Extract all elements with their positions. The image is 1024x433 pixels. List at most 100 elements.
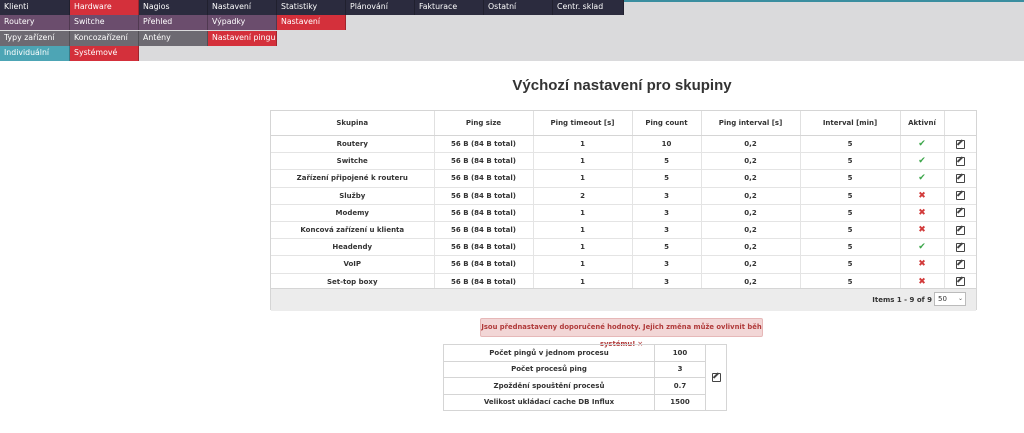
cell-ping-interval: 0,2 [701, 221, 801, 240]
config-label: Počet procesů ping [443, 360, 655, 378]
menu-item-klienti[interactable]: Klienti [0, 0, 70, 15]
edit-icon[interactable] [955, 242, 965, 252]
menu-item-fakturace[interactable]: Fakturace [415, 0, 484, 15]
menu-item-statistiky[interactable]: Statistiky [277, 0, 346, 15]
cell-aktivni: ✔ [900, 152, 945, 171]
cell-actions [944, 238, 976, 257]
grid-table: Skupina Ping size Ping timeout [s] Ping … [271, 111, 976, 291]
cell-ping-count: 5 [632, 169, 702, 188]
menu-item-koncozarizeni[interactable]: Koncozařízení [70, 31, 139, 46]
accent-line [624, 0, 1024, 2]
cell-interval-min: 5 [800, 187, 901, 205]
table-row[interactable]: Switche 56 B (84 B total) 1 5 0,2 5 ✔ [271, 152, 976, 171]
menu-item-anteny[interactable]: Antény [139, 31, 208, 46]
top-navigation: Klienti Hardware Nagios Nastavení Statis… [0, 0, 1024, 61]
col-ping-size[interactable]: Ping size [434, 111, 534, 136]
cell-interval-min: 5 [800, 135, 901, 154]
table-row[interactable]: Headendy 56 B (84 B total) 1 5 0,2 5 ✔ [271, 238, 976, 257]
pager-info: Items 1 - 9 of 9 [872, 296, 932, 304]
grid-header: Skupina Ping size Ping timeout [s] Ping … [271, 111, 976, 136]
edit-icon[interactable] [711, 373, 721, 382]
col-ping-timeout[interactable]: Ping timeout [s] [533, 111, 633, 136]
config-value: 1500 [654, 393, 706, 411]
config-edit-cell [705, 344, 727, 411]
edit-icon[interactable] [955, 156, 965, 166]
cell-aktivni: ✔ [900, 238, 945, 257]
edit-icon[interactable] [955, 191, 965, 201]
cross-icon: ✖ [918, 225, 926, 236]
page-size-select[interactable]: 50 ⌄ [934, 292, 966, 306]
table-row[interactable]: VoIP 56 B (84 B total) 1 3 0,2 5 ✖ [271, 255, 976, 274]
col-aktivni[interactable]: Aktivní [900, 111, 945, 136]
cell-ping-interval: 0,2 [701, 238, 801, 257]
cross-icon: ✖ [918, 207, 926, 218]
group-settings-grid: Skupina Ping size Ping timeout [s] Ping … [270, 110, 977, 311]
cell-actions [944, 169, 976, 188]
menu-item-planovani[interactable]: Plánování [346, 0, 415, 15]
menu-item-prehled[interactable]: Přehled [139, 15, 208, 30]
cell-interval-min: 5 [800, 221, 901, 240]
table-row[interactable]: Zařízení připojené k routeru 56 B (84 B t… [271, 169, 976, 188]
edit-icon[interactable] [955, 173, 965, 183]
check-icon: ✔ [918, 139, 926, 150]
menu-row-main: Klienti Hardware Nagios Nastavení Statis… [0, 0, 624, 15]
cell-ping-timeout: 1 [533, 238, 633, 257]
menu-item-hardware[interactable]: Hardware [70, 0, 139, 15]
table-row[interactable]: Modemy 56 B (84 B total) 1 3 0,2 5 ✖ [271, 204, 976, 222]
grid-body: Routery 56 B (84 B total) 1 10 0,2 5 ✔ Switche 5… [271, 135, 976, 291]
cell-ping-timeout: 1 [533, 204, 633, 222]
menu-item-switche[interactable]: Switche [70, 15, 139, 30]
config-label: Počet pingů v jednom procesu [443, 344, 655, 362]
table-row[interactable]: Služby 56 B (84 B total) 2 3 0,2 5 ✖ [271, 187, 976, 205]
cross-icon: ✖ [918, 259, 926, 270]
cell-ping-interval: 0,2 [701, 255, 801, 274]
menu-item-systemove[interactable]: Systémové [70, 46, 139, 61]
cell-aktivni: ✖ [900, 187, 945, 205]
cell-actions [944, 187, 976, 205]
edit-icon[interactable] [955, 139, 965, 149]
menu-item-individualni[interactable]: Individuální [0, 46, 70, 61]
table-row[interactable]: Koncová zařízení u klienta 56 B (84 B tot… [271, 221, 976, 240]
edit-icon[interactable] [955, 277, 965, 287]
check-icon: ✔ [918, 173, 926, 184]
col-skupina[interactable]: Skupina [271, 111, 435, 136]
menu-item-centr-sklad[interactable]: Centr. sklad [553, 0, 624, 15]
menu-item-routery[interactable]: Routery [0, 15, 70, 30]
cell-ping-timeout: 1 [533, 152, 633, 171]
cell-interval-min: 5 [800, 255, 901, 274]
menu-item-nagios[interactable]: Nagios [139, 0, 208, 15]
cell-skupina: Služby [271, 187, 435, 205]
edit-icon[interactable] [955, 208, 965, 218]
config-value: 3 [654, 360, 706, 378]
menu-row-sub3: Individuální Systémové [0, 46, 139, 61]
cell-ping-size: 56 B (84 B total) [434, 238, 534, 257]
col-interval-min[interactable]: Interval [min] [800, 111, 901, 136]
menu-item-vypadky[interactable]: Výpadky [208, 15, 277, 30]
config-row: Zpoždění spouštění procesů 0.7 [443, 377, 727, 395]
edit-icon[interactable] [955, 259, 965, 269]
menu-item-typy-zarizeni[interactable]: Typy zařízení [0, 31, 70, 46]
grid-pager: Items 1 - 9 of 9 50 ⌄ [271, 288, 976, 311]
cell-interval-min: 5 [800, 238, 901, 257]
menu-item-nastaveni[interactable]: Nastavení [208, 0, 277, 15]
col-ping-count[interactable]: Ping count [632, 111, 702, 136]
col-ping-interval[interactable]: Ping interval [s] [701, 111, 801, 136]
edit-icon[interactable] [955, 225, 965, 235]
config-value: 0.7 [654, 377, 706, 395]
cell-ping-interval: 0,2 [701, 204, 801, 222]
cell-ping-count: 3 [632, 255, 702, 274]
config-label: Velikost ukládací cache DB Influx [443, 393, 655, 411]
table-row[interactable]: Routery 56 B (84 B total) 1 10 0,2 5 ✔ [271, 135, 976, 154]
cell-actions [944, 135, 976, 154]
cell-ping-timeout: 1 [533, 255, 633, 274]
menu-item-nastaveni-pingu[interactable]: Nastavení pingu [208, 31, 277, 46]
menu-item-ostatni[interactable]: Ostatní [484, 0, 553, 15]
cell-aktivni: ✖ [900, 255, 945, 274]
config-value: 100 [654, 344, 706, 362]
cell-ping-count: 3 [632, 204, 702, 222]
cell-skupina: Switche [271, 152, 435, 171]
cell-aktivni: ✖ [900, 221, 945, 240]
cell-ping-timeout: 1 [533, 169, 633, 188]
menu-item-nastaveni-sub[interactable]: Nastavení [277, 15, 346, 30]
page-size-value: 50 [938, 295, 947, 303]
